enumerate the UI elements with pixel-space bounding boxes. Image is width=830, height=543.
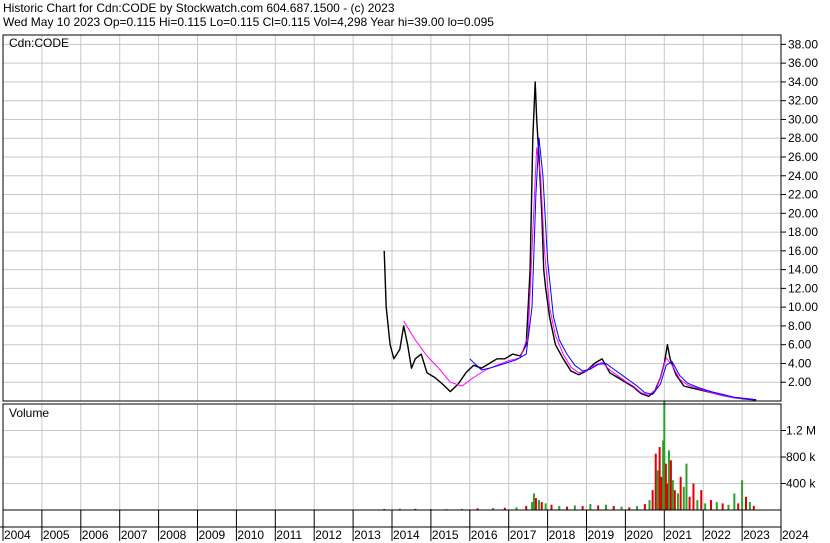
price-y-tick-label: 12.00 [788, 281, 818, 295]
volume-bar [696, 500, 699, 510]
x-tick-label: 2011 [276, 528, 302, 542]
volume-y-tick-label: 1.2 M [786, 424, 816, 438]
price-y-tick-label: 18.00 [788, 225, 818, 239]
x-tick-label: 2010 [237, 528, 264, 542]
volume-bar [741, 480, 744, 510]
price-y-tick-label: 26.00 [788, 150, 818, 164]
volume-bar [737, 503, 740, 510]
x-tick-label: 2020 [626, 528, 653, 542]
volume-bar [636, 506, 639, 510]
price-y-tick-label: 10.00 [788, 300, 818, 314]
volume-bar [651, 490, 654, 510]
x-tick-label: 2005 [43, 528, 70, 542]
stock-chart: 2004 2005 2006 2007 2008 2009 2010 2011 2012 2013… [0, 34, 818, 542]
volume-y-tick-label: 400 k [786, 477, 816, 491]
volume-bar [688, 496, 691, 510]
volume-bar [656, 470, 659, 510]
price-y-tick-label: 2.00 [788, 375, 812, 389]
volume-bar [532, 493, 535, 510]
volume-bar [669, 460, 672, 510]
volume-bar [658, 447, 661, 510]
x-tick-label: 2017 [510, 528, 537, 542]
volume-bar [671, 480, 674, 510]
volume-bar [679, 476, 682, 510]
price-y-tick-label: 20.00 [788, 206, 818, 220]
volume-bar [676, 493, 679, 510]
volume-bar [558, 506, 561, 510]
volume-bar [654, 453, 657, 510]
price-y-tick-label: 36.00 [788, 56, 818, 70]
x-tick-label: 2007 [121, 528, 148, 542]
volume-bar [721, 503, 724, 510]
price-y-tick-label: 8.00 [788, 319, 812, 333]
volume-bar [550, 504, 553, 510]
x-tick-label: 2016 [471, 528, 498, 542]
price-series-line [383, 81, 757, 401]
x-tick-label: 2004 [4, 528, 31, 542]
volume-bar [581, 506, 584, 510]
volume-bar [544, 503, 547, 510]
volume-bar [604, 504, 607, 510]
volume-bar [538, 500, 541, 510]
price-y-tick-label: 16.00 [788, 244, 818, 258]
price-y-tick-label: 14.00 [788, 263, 818, 277]
volume-bar [525, 506, 528, 510]
volume-bar [648, 500, 651, 510]
price-y-tick-label: 32.00 [788, 94, 818, 108]
x-tick-label: 2015 [432, 528, 459, 542]
volume-bar [597, 505, 600, 510]
volume-bar [612, 506, 615, 510]
volume-bar [673, 490, 676, 510]
volume-bar [700, 490, 703, 510]
price-y-tick-label: 34.00 [788, 75, 818, 89]
price-y-tick-label: 38.00 [788, 37, 818, 51]
volume-bar [715, 502, 718, 510]
price-y-tick-label: 30.00 [788, 112, 818, 126]
volume-bar [643, 504, 646, 510]
price-y-tick-label: 4.00 [788, 356, 812, 370]
price-y-tick-label: 6.00 [788, 338, 812, 352]
volume-bar [667, 450, 670, 510]
volume-y-tick-label: 800 k [786, 450, 816, 464]
x-tick-label: 2009 [199, 528, 226, 542]
volume-bar [752, 506, 755, 510]
x-tick-label: 2012 [315, 528, 342, 542]
volume-bar [682, 486, 685, 510]
x-tick-label: 2013 [354, 528, 381, 542]
volume-bar [733, 493, 736, 510]
x-tick-label: 2024 [782, 528, 809, 542]
price-panel-title: Cdn:CODE [9, 36, 69, 50]
volume-bar [685, 463, 688, 510]
volume-bar [540, 502, 543, 510]
volume-bar [692, 483, 695, 510]
x-tick-label: 2014 [393, 528, 420, 542]
x-tick-label: 2021 [665, 528, 692, 542]
x-tick-label: 2019 [588, 528, 615, 542]
volume-bar [573, 505, 576, 510]
x-tick-label: 2022 [704, 528, 731, 542]
x-tick-label: 2023 [743, 528, 770, 542]
price-y-tick-label: 28.00 [788, 131, 818, 145]
volume-bar [589, 504, 592, 510]
volume-bar [704, 503, 707, 510]
volume-bar [744, 496, 747, 510]
ma-long-line [469, 137, 757, 401]
x-tick-label: 2006 [82, 528, 109, 542]
volume-bar [727, 504, 730, 510]
price-y-tick-label: 22.00 [788, 188, 818, 202]
volume-bar [748, 502, 751, 510]
x-tick-label: 2008 [160, 528, 187, 542]
volume-bar [709, 500, 712, 510]
price-y-tick-label: 24.00 [788, 169, 818, 183]
volume-bar [531, 502, 534, 510]
volume-panel-title: Volume [9, 406, 49, 420]
volume-bar [534, 498, 537, 510]
x-tick-label: 2018 [549, 528, 576, 542]
